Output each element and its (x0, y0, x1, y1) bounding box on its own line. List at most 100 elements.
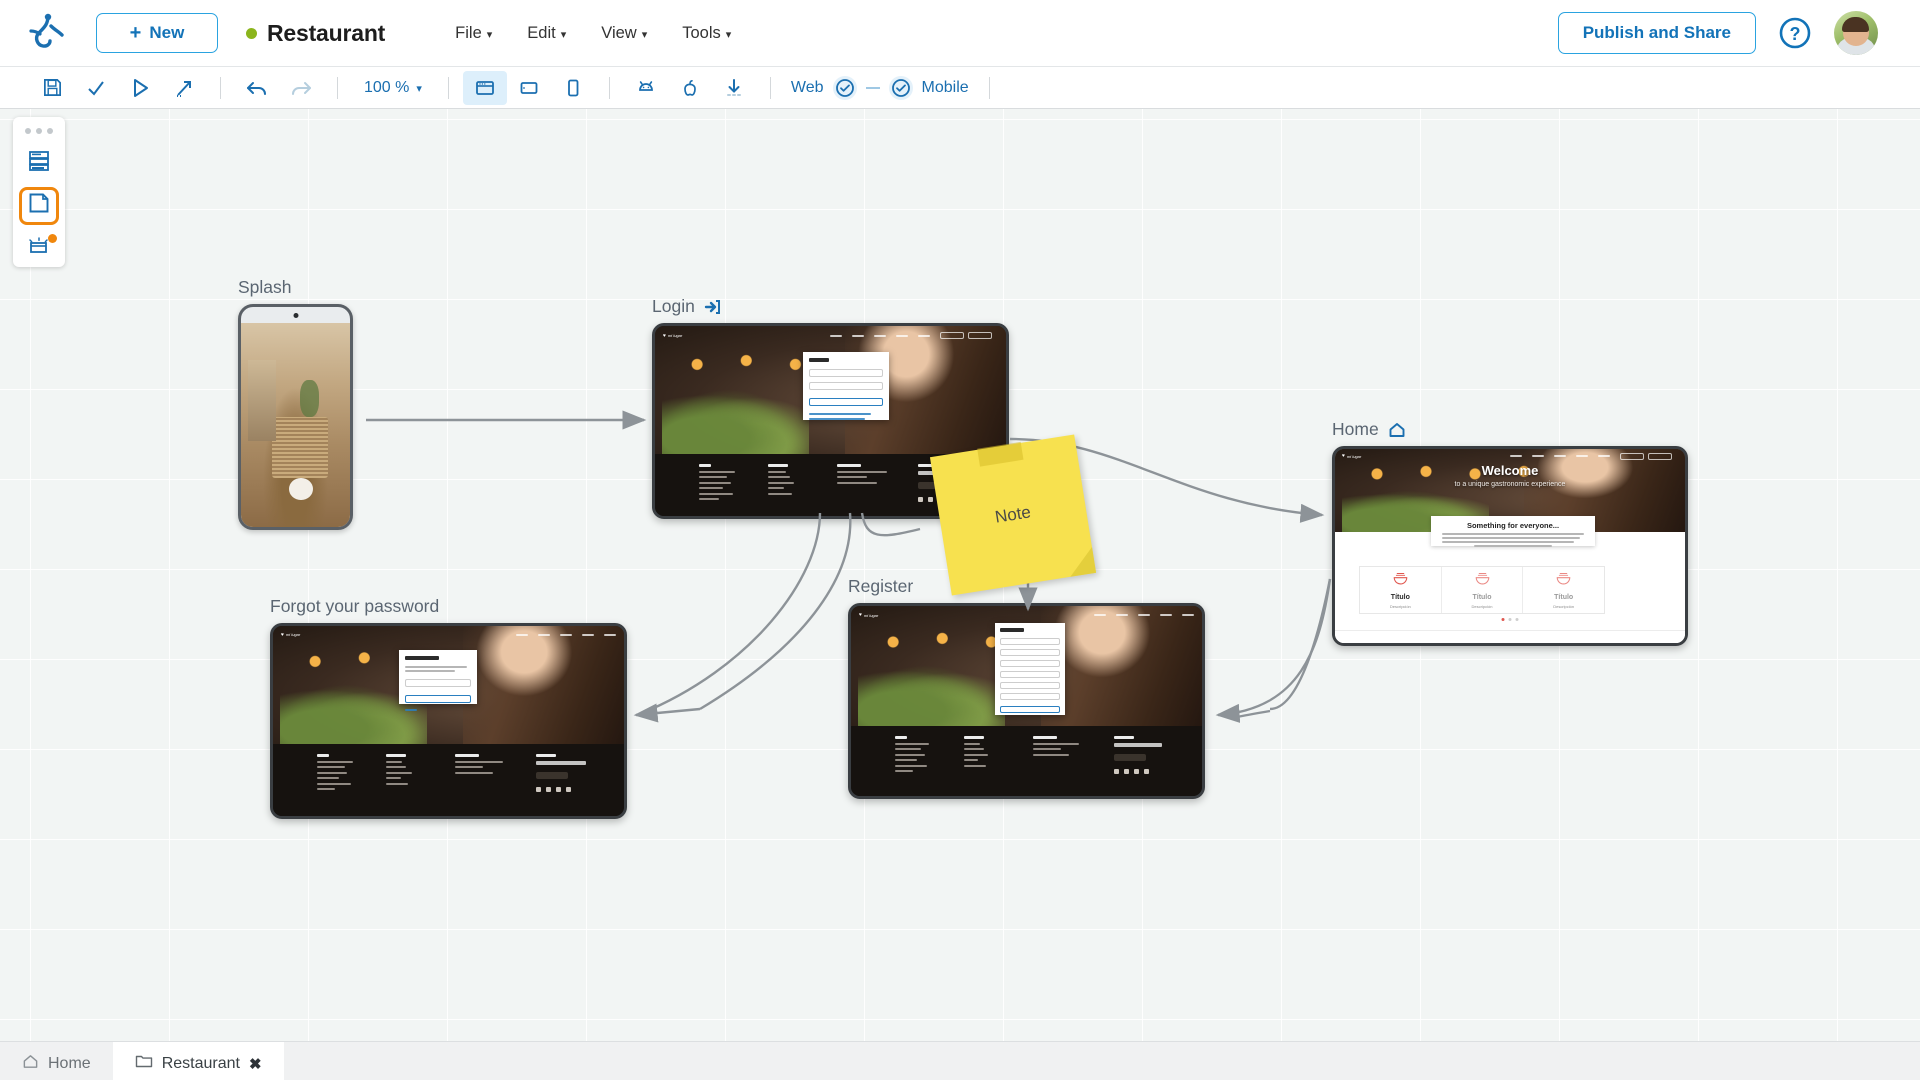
register-submit-button[interactable] (1000, 706, 1060, 713)
apple-icon[interactable] (668, 71, 712, 105)
sticky-note-text: Note (993, 502, 1033, 527)
divider (1335, 630, 1685, 631)
device-tablet-icon[interactable] (507, 71, 551, 105)
left-tool-panel (13, 117, 65, 267)
zoom-level-selector[interactable]: 100 % ▾ (352, 79, 434, 97)
flow-node-splash[interactable]: Splash (238, 277, 353, 530)
register-country-select[interactable] (1000, 693, 1060, 700)
home-hero-title: Welcome (1481, 463, 1539, 478)
web-checkbox[interactable] (832, 75, 857, 100)
menu-file[interactable]: File ▾ (455, 24, 492, 43)
flow-node-home[interactable]: Home ♥ mi lugar Welcome to a unique gast… (1332, 419, 1688, 646)
mobile-checkbox[interactable] (888, 75, 913, 100)
share-export-icon[interactable] (162, 71, 206, 105)
register-lastname-input[interactable] (1000, 649, 1060, 656)
page-title: Restaurant (267, 19, 386, 46)
toggle-link (865, 86, 880, 89)
phone-camera-icon (293, 313, 298, 318)
home-tile-subtitle: Descripción (1471, 604, 1493, 609)
play-icon[interactable] (118, 71, 162, 105)
register-repeat-password-input[interactable] (1000, 682, 1060, 689)
sidebar-item-notes[interactable] (19, 186, 59, 226)
save-icon[interactable] (30, 71, 74, 105)
android-icon[interactable] (624, 71, 668, 105)
flow-node-forgot-password-label: Forgot your password (270, 596, 627, 617)
home-tile-title: Título (1472, 594, 1492, 601)
register-email-input[interactable] (1000, 660, 1060, 667)
flow-node-forgot-password[interactable]: Forgot your password ♥ mi lugar (270, 596, 627, 819)
template-badge-icon (48, 233, 57, 243)
sticky-note-fold (1066, 547, 1097, 577)
sidebar-item-screens[interactable] (19, 145, 59, 183)
home-tile-title: Título (1554, 594, 1574, 601)
login-name-input[interactable] (809, 369, 883, 377)
divider (988, 76, 990, 99)
noodle-bowl-icon (1474, 571, 1491, 591)
new-button[interactable]: + New (96, 13, 218, 53)
redo-icon[interactable] (279, 71, 323, 105)
carousel-dot[interactable] (1508, 618, 1512, 621)
flow-node-splash-title: Splash (238, 277, 292, 297)
flow-node-login-title: Login (652, 296, 695, 316)
home-tile-title: Título (1390, 594, 1410, 601)
login-modal-card (803, 352, 889, 420)
screen-preview-home[interactable]: ♥ mi lugar Welcome to a unique gastronom… (1332, 446, 1688, 646)
carousel-dot[interactable] (1515, 618, 1519, 621)
close-icon[interactable]: ✖ (249, 1055, 262, 1073)
login-password-input[interactable] (809, 382, 883, 390)
tab-restaurant-label: Restaurant (161, 1054, 240, 1072)
recover-back-link[interactable] (405, 709, 417, 711)
register-password-input[interactable] (1000, 671, 1060, 678)
tab-restaurant[interactable]: Restaurant ✖ (112, 1042, 284, 1080)
publish-and-share-button[interactable]: Publish and Share (1557, 12, 1756, 54)
sidebar-item-templates[interactable] (19, 229, 59, 267)
screen-preview-forgot-password[interactable]: ♥ mi lugar (270, 623, 627, 819)
flow-node-login-label: Login (652, 296, 1009, 317)
undo-icon[interactable] (235, 71, 279, 105)
login-forgot-link[interactable] (809, 413, 871, 415)
menu-edit[interactable]: Edit ▾ (527, 24, 566, 43)
panel-drag-handle[interactable] (25, 128, 53, 134)
menu-view[interactable]: View ▾ (601, 24, 647, 43)
device-phone-icon[interactable] (551, 71, 595, 105)
home-tile[interactable]: Título Descripción (1360, 567, 1442, 613)
new-button-label: New (149, 23, 185, 42)
noodle-bowl-icon (1392, 571, 1409, 591)
sticky-note[interactable]: Note (929, 434, 1097, 596)
register-modal-title (1000, 628, 1024, 632)
device-desktop-icon[interactable] (462, 70, 507, 105)
download-icon[interactable] (712, 71, 756, 105)
tab-home[interactable]: Home (0, 1042, 113, 1080)
splash-screenshot (241, 323, 350, 527)
carousel-dot[interactable] (1501, 618, 1505, 621)
home-tile[interactable]: Título Descripción (1442, 567, 1524, 613)
flow-node-register-title: Register (848, 576, 914, 596)
screen-preview-register[interactable]: ♥ mi lugar (848, 603, 1205, 799)
register-modal-card (995, 623, 1065, 715)
menu-tools[interactable]: Tools ▾ (682, 24, 731, 43)
zoom-level-value: 100 % (364, 78, 410, 96)
bottom-tab-bar: Home Restaurant ✖ (0, 1041, 1920, 1080)
avatar[interactable] (1834, 11, 1878, 55)
menu-tools-label: Tools (682, 23, 721, 42)
recover-email-input[interactable] (405, 679, 471, 687)
home-intro-card: Something for everyone... (1431, 516, 1595, 547)
noodle-bowl-icon (1555, 571, 1572, 591)
status-badge (246, 27, 257, 39)
phone-frame[interactable] (238, 304, 353, 530)
menu-view-label: View (601, 23, 637, 42)
home-tile[interactable]: Título Descripción (1523, 567, 1604, 613)
register-name-input[interactable] (1000, 638, 1060, 645)
login-register-link[interactable] (809, 418, 865, 420)
site-footer (273, 744, 624, 816)
recover-password-modal-card (399, 650, 477, 711)
check-icon[interactable] (74, 71, 118, 105)
home-page-body: Something for everyone... Título Descrip… (1335, 516, 1685, 643)
justinmind-logo-icon[interactable] (26, 10, 72, 56)
recover-send-button[interactable] (405, 695, 471, 703)
flow-node-home-label: Home (1332, 419, 1688, 440)
flow-node-register[interactable]: Register ♥ mi lugar (848, 576, 1205, 799)
login-submit-button[interactable] (809, 398, 883, 406)
question-circle-icon[interactable]: ? (1778, 16, 1812, 50)
home-carousel-dots[interactable] (1501, 618, 1519, 621)
